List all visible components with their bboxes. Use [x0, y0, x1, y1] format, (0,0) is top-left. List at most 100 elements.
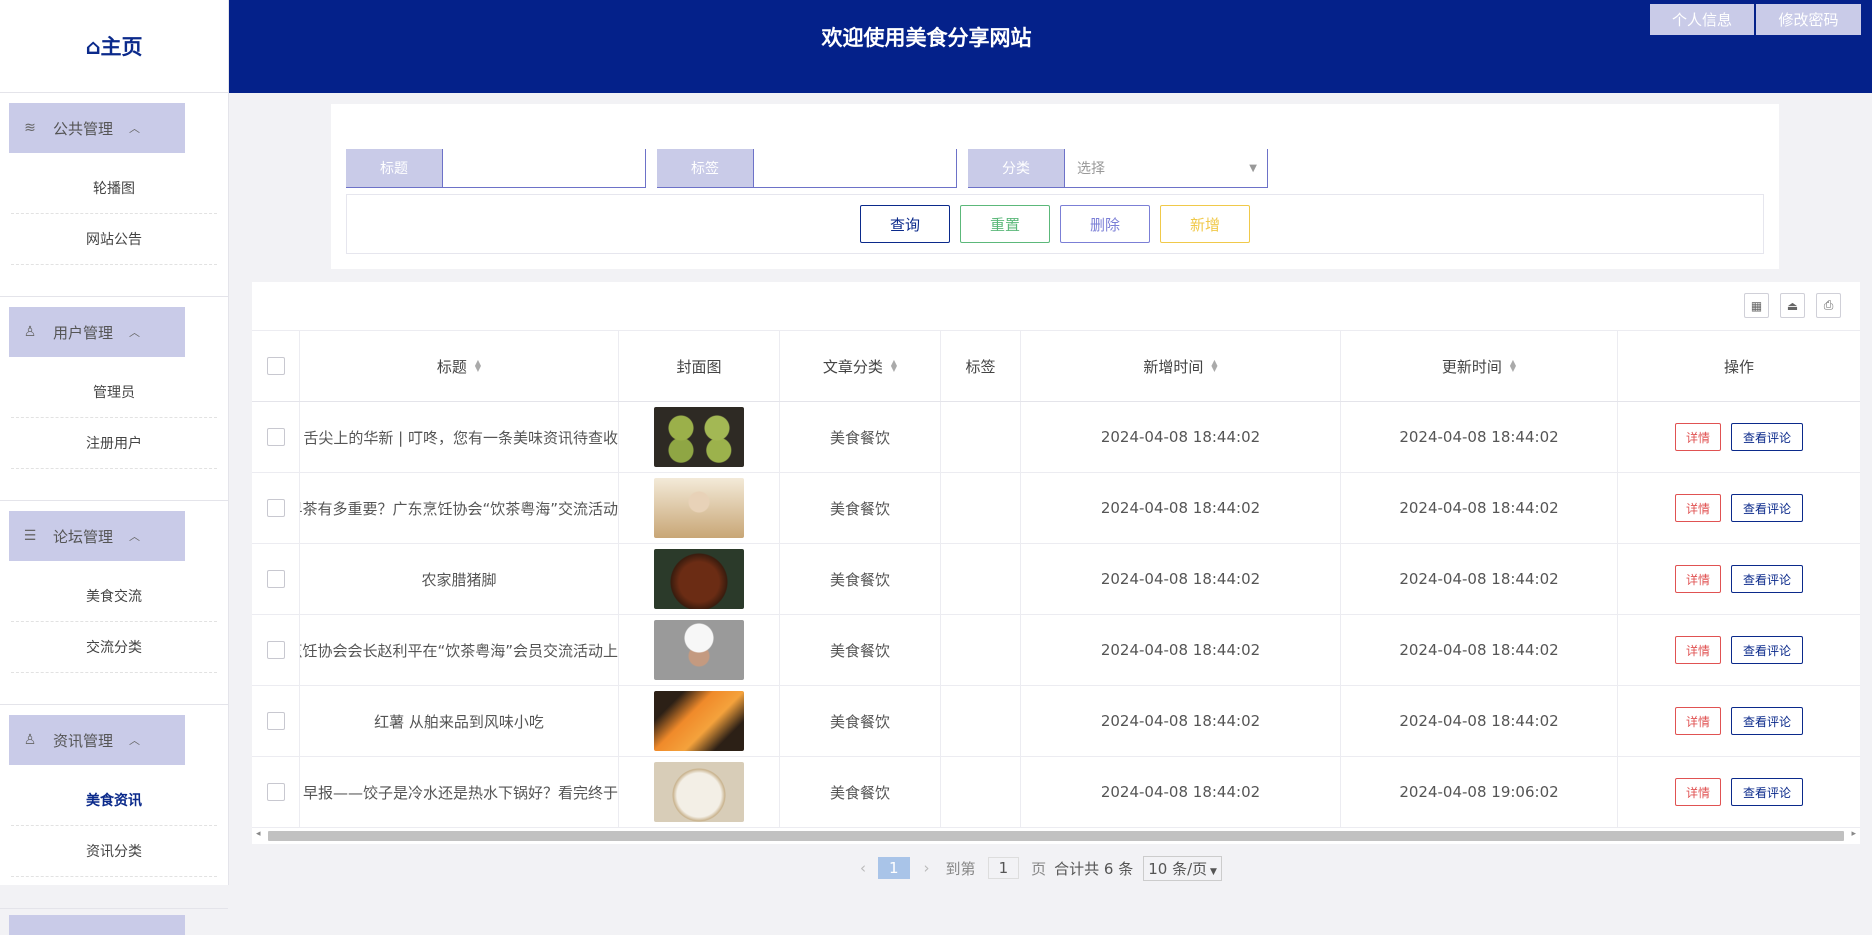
title-label: 标题 [346, 149, 442, 187]
col-updated[interactable]: 更新时间 ▲ ▼ [1341, 331, 1618, 401]
columns-icon[interactable]: ▦ [1744, 293, 1769, 318]
prev-page-icon[interactable]: ‹ [860, 859, 866, 877]
next-page-icon[interactable]: › [924, 859, 930, 877]
title-input[interactable] [442, 149, 646, 187]
cover-image [654, 762, 744, 822]
dropdown-caret-icon: ▼ [1249, 162, 1257, 174]
cell-actions: 详情 查看评论 [1618, 757, 1860, 827]
menu-head-next[interactable] [9, 915, 185, 935]
horizontal-scrollbar[interactable]: ◂ ▸ [252, 828, 1860, 842]
detail-button[interactable]: 详情 [1675, 636, 1721, 664]
scroll-left-icon[interactable]: ◂ [256, 829, 261, 839]
menu-group-forum: ☰ 论坛管理 ︿ 美食交流 交流分类 [0, 511, 228, 705]
scroll-right-icon[interactable]: ▸ [1851, 829, 1856, 839]
row-checkbox[interactable] [266, 712, 285, 730]
category-field: 分类 选择 ▼ [968, 149, 1268, 188]
view-comments-button[interactable]: 查看评论 [1731, 565, 1803, 593]
cell-tag [941, 402, 1021, 472]
sort-icon[interactable]: ▲ ▼ [475, 359, 481, 373]
category-select[interactable]: 选择 ▼ [1064, 149, 1268, 187]
cover-image [654, 691, 744, 751]
add-button[interactable]: 新增 [1160, 205, 1250, 243]
view-comments-button[interactable]: 查看评论 [1731, 636, 1803, 664]
cell-category: 美食餐饮 [780, 615, 941, 685]
menu-group-user: ♙ 用户管理 ︿ 管理员 注册用户 [0, 307, 228, 501]
cell-updated: 2024-04-08 18:44:02 [1341, 544, 1618, 614]
sidebar-item-announcement[interactable]: 网站公告 [11, 214, 217, 265]
row-checkbox[interactable] [266, 641, 285, 659]
table-row: 早茶有多重要？广东烹饪协会“饮茶粤海”交流活动 美食餐饮 2024-04-08 18… [252, 473, 1860, 544]
news-icon: ♙ [23, 732, 37, 748]
sort-icon[interactable]: ▲ ▼ [1510, 359, 1516, 373]
row-checkbox[interactable] [266, 783, 285, 801]
cell-created: 2024-04-08 18:44:02 [1021, 757, 1341, 827]
query-button[interactable]: 查询 [860, 205, 950, 243]
menu-head-public[interactable]: ≋ 公共管理 ︿ [9, 103, 185, 153]
print-icon[interactable]: ⎙ [1816, 293, 1841, 318]
cell-title: 农家腊猪脚 [300, 544, 619, 614]
menu-head-news[interactable]: ♙ 资讯管理 ︿ [9, 715, 185, 765]
scrollbar-thumb[interactable] [268, 831, 1844, 841]
tag-label: 标签 [657, 149, 753, 187]
home-link[interactable]: ⌂主页 [0, 0, 228, 93]
view-comments-button[interactable]: 查看评论 [1731, 423, 1803, 451]
cell-title: 舌尖上的华新 | 叮咚，您有一条美味资讯待查收 [300, 402, 619, 472]
view-comments-button[interactable]: 查看评论 [1731, 707, 1803, 735]
row-select-cell [252, 686, 300, 756]
select-all-cell [252, 331, 300, 401]
cover-image [654, 478, 744, 538]
row-checkbox[interactable] [266, 428, 285, 446]
change-password-button[interactable]: 修改密码 [1756, 4, 1861, 35]
detail-button[interactable]: 详情 [1675, 707, 1721, 735]
sort-icon[interactable]: ▲ ▼ [891, 359, 897, 373]
col-category[interactable]: 文章分类 ▲ ▼ [780, 331, 941, 401]
cell-cover [619, 402, 780, 472]
detail-button[interactable]: 详情 [1675, 494, 1721, 522]
forum-icon: ☰ [23, 528, 37, 544]
sidebar-item-carousel[interactable]: 轮播图 [11, 163, 217, 214]
view-comments-button[interactable]: 查看评论 [1731, 494, 1803, 522]
sidebar-item-news-category[interactable]: 资讯分类 [11, 826, 217, 877]
detail-button[interactable]: 详情 [1675, 778, 1721, 806]
detail-button[interactable]: 详情 [1675, 565, 1721, 593]
row-checkbox[interactable] [266, 499, 285, 517]
select-all-checkbox[interactable] [266, 357, 285, 375]
sidebar-item-food-exchange[interactable]: 美食交流 [11, 571, 217, 622]
cell-title: 烹饪协会会长赵利平在“饮茶粤海”会员交流活动上 [300, 615, 619, 685]
page-input[interactable]: 1 [987, 857, 1020, 879]
sidebar-item-exchange-category[interactable]: 交流分类 [11, 622, 217, 673]
page-size-select[interactable]: 10 条/页 ▼ [1143, 855, 1222, 881]
menu-head-forum[interactable]: ☰ 论坛管理 ︿ [9, 511, 185, 561]
sort-icon[interactable]: ▲ ▼ [1211, 359, 1217, 373]
menu-group-public: ≋ 公共管理 ︿ 轮播图 网站公告 [0, 103, 228, 297]
menu-group-news: ♙ 资讯管理 ︿ 美食资讯 资讯分类 [0, 715, 228, 909]
detail-button[interactable]: 详情 [1675, 423, 1721, 451]
chevron-up-icon: ︿ [129, 326, 141, 339]
view-comments-button[interactable]: 查看评论 [1731, 778, 1803, 806]
menu-head-user[interactable]: ♙ 用户管理 ︿ [9, 307, 185, 357]
cell-actions: 详情 查看评论 [1618, 686, 1860, 756]
cell-tag [941, 686, 1021, 756]
table-header: 标题 ▲ ▼ 封面图 文章分类 ▲ ▼ 标签 新增时间 ▲ ▼ 更新时间 ▲ ▼ 操作 [252, 330, 1860, 402]
cell-updated: 2024-04-08 19:06:02 [1341, 757, 1618, 827]
row-checkbox[interactable] [266, 570, 285, 588]
page-1[interactable]: 1 [878, 857, 910, 879]
cell-tag [941, 757, 1021, 827]
cell-cover [619, 686, 780, 756]
cell-actions: 详情 查看评论 [1618, 615, 1860, 685]
export-icon[interactable]: ⏏ [1780, 293, 1805, 318]
sidebar: ⌂主页 ≋ 公共管理 ︿ 轮播图 网站公告 ♙ 用户管理 ︿ 管理员 注册用户 … [0, 0, 229, 935]
cell-actions: 详情 查看评论 [1618, 473, 1860, 543]
col-title[interactable]: 标题 ▲ ▼ [300, 331, 619, 401]
sidebar-item-admin[interactable]: 管理员 [11, 367, 217, 418]
profile-button[interactable]: 个人信息 [1650, 4, 1754, 35]
delete-button[interactable]: 删除 [1060, 205, 1150, 243]
sidebar-item-food-news[interactable]: 美食资讯 [11, 775, 217, 826]
cell-updated: 2024-04-08 18:44:02 [1341, 473, 1618, 543]
sidebar-item-registered-users[interactable]: 注册用户 [11, 418, 217, 469]
reset-button[interactable]: 重置 [960, 205, 1050, 243]
tag-input[interactable] [753, 149, 957, 187]
col-created[interactable]: 新增时间 ▲ ▼ [1021, 331, 1341, 401]
row-select-cell [252, 757, 300, 827]
table-row: 早报——饺子是冷水还是热水下锅好？看完终于 美食餐饮 2024-04-08 18:4… [252, 757, 1860, 828]
